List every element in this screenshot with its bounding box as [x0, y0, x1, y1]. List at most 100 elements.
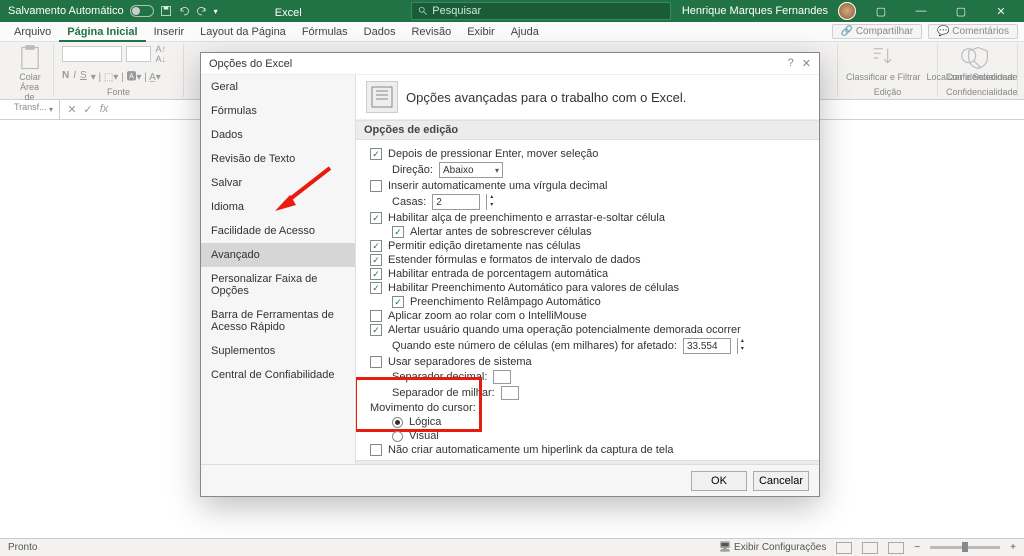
nav-personalizar[interactable]: Personalizar Faixa de Opções [201, 267, 355, 303]
ribbon-display-icon[interactable]: ▢ [866, 0, 896, 22]
options-scroll[interactable]: Depois de pressionar Enter, mover seleçã… [356, 140, 819, 464]
close-icon[interactable]: ✕ [986, 0, 1016, 22]
chk-alca[interactable] [370, 212, 382, 224]
font-family-input[interactable] [62, 46, 122, 62]
lbl-alertar-demorada: Alertar usuário quando uma operação pote… [388, 324, 741, 336]
zoom-in[interactable]: + [1010, 542, 1016, 553]
chk-estender[interactable] [370, 254, 382, 266]
fx-icon[interactable]: fx [98, 103, 110, 116]
view-page-layout-icon[interactable] [862, 542, 878, 554]
redo-icon[interactable] [196, 5, 208, 17]
shield-icon [964, 44, 992, 72]
zoom-out[interactable]: − [914, 542, 920, 553]
dropdown-direcao[interactable]: Abaixo [439, 162, 503, 178]
statusbar: Pronto 🖥 Exibir Configurações − + [0, 538, 1024, 556]
lbl-enter-move: Depois de pressionar Enter, mover seleçã… [388, 148, 598, 160]
nav-barra[interactable]: Barra de Ferramentas de Acesso Rápido [201, 303, 355, 339]
tab-dados[interactable]: Dados [356, 22, 404, 42]
nav-idioma[interactable]: Idioma [201, 195, 355, 219]
search-box[interactable]: Pesquisar [411, 2, 671, 20]
chk-auto-virgula[interactable] [370, 180, 382, 192]
content-header-title: Opções avançadas para o trabalho com o E… [406, 90, 686, 105]
section-recortar: Recortar, copiar e colar [356, 460, 819, 464]
name-box[interactable]: ▾ [0, 100, 60, 119]
minimize-icon[interactable]: — [906, 0, 936, 22]
nav-revisao[interactable]: Revisão de Texto [201, 147, 355, 171]
paste-button[interactable]: Colar [14, 44, 46, 82]
tab-ajuda[interactable]: Ajuda [503, 22, 547, 42]
lbl-edicao-cel: Permitir edição diretamente nas células [388, 240, 581, 252]
chk-zoom-intelli[interactable] [370, 310, 382, 322]
nav-avancado[interactable]: Avançado [201, 243, 355, 267]
tab-inserir[interactable]: Inserir [146, 22, 193, 42]
zoom-slider[interactable] [930, 546, 1000, 549]
autosave-label: Salvamento Automático [8, 5, 124, 17]
options-dialog: Opções do Excel ? ✕ Geral Fórmulas Dados… [200, 52, 820, 497]
save-icon[interactable] [160, 5, 172, 17]
tab-revisao[interactable]: Revisão [403, 22, 459, 42]
cancel-button[interactable]: Cancelar [753, 471, 809, 491]
tab-exibir[interactable]: Exibir [459, 22, 503, 42]
chk-preench-auto[interactable] [370, 282, 382, 294]
tab-arquivo[interactable]: Arquivo [6, 22, 59, 42]
help-icon[interactable]: ? [788, 57, 794, 70]
lbl-movimento: Movimento do cursor: [370, 402, 476, 414]
chk-enter-move[interactable] [370, 148, 382, 160]
dialog-close-icon[interactable]: ✕ [802, 57, 811, 70]
nav-salvar[interactable]: Salvar [201, 171, 355, 195]
nav-geral[interactable]: Geral [201, 75, 355, 99]
workspace: Opções do Excel ? ✕ Geral Fórmulas Dados… [0, 120, 1024, 538]
chk-alertar-demorada[interactable] [370, 324, 382, 336]
rdo-visual[interactable] [392, 431, 403, 442]
lbl-preench-auto: Habilitar Preenchimento Automático para … [388, 282, 679, 294]
maximize-icon[interactable]: ▢ [946, 0, 976, 22]
sort-filter-button[interactable]: Classificar e Filtrar [846, 44, 921, 82]
undo-icon[interactable] [178, 5, 190, 17]
autosave-toggle[interactable] [130, 5, 154, 17]
chk-edicao-cel[interactable] [370, 240, 382, 252]
chk-sobrescrever[interactable] [392, 226, 404, 238]
lbl-nao-hiperlink: Não criar automaticamente um hiperlink d… [388, 444, 674, 456]
spinner-casas[interactable]: 2 [432, 194, 480, 210]
lbl-alca: Habilitar alça de preenchimento e arrast… [388, 212, 665, 224]
dialog-title: Opções do Excel [209, 58, 292, 70]
nav-facilidade[interactable]: Facilidade de Acesso [201, 219, 355, 243]
view-page-break-icon[interactable] [888, 542, 904, 554]
ribbon-tabs: Arquivo Página Inicial Inserir Layout da… [0, 22, 1024, 42]
tab-pagina-inicial[interactable]: Página Inicial [59, 22, 145, 42]
comments-button[interactable]: 💬 Comentários [928, 24, 1018, 39]
chk-separadores[interactable] [370, 356, 382, 368]
nav-formulas[interactable]: Fórmulas [201, 99, 355, 123]
input-sep-milhar[interactable] [501, 386, 519, 400]
lbl-separadores: Usar separadores de sistema [388, 356, 532, 368]
content-header: Opções avançadas para o trabalho com o E… [356, 75, 819, 120]
avatar[interactable] [838, 2, 856, 20]
view-normal-icon[interactable] [836, 542, 852, 554]
section-edicao: Opções de edição [356, 120, 819, 140]
display-settings[interactable]: 🖥 Exibir Configurações [719, 542, 827, 553]
user-name[interactable]: Henrique Marques Fernandes [682, 5, 828, 17]
spinner-quando[interactable]: 33.554 [683, 338, 731, 354]
lbl-logica: Lógica [409, 416, 441, 428]
dialog-nav: Geral Fórmulas Dados Revisão de Texto Sa… [201, 75, 356, 464]
nav-central[interactable]: Central de Confiabilidade [201, 363, 355, 387]
font-size-input[interactable] [126, 46, 152, 62]
enter-fx-icon[interactable]: ✓ [82, 103, 94, 116]
ok-button[interactable]: OK [691, 471, 747, 491]
tab-layout[interactable]: Layout da Página [192, 22, 294, 42]
tab-formulas[interactable]: Fórmulas [294, 22, 356, 42]
share-button[interactable]: 🔗 Compartilhar [832, 24, 922, 39]
paste-label: Colar [19, 72, 41, 82]
clipboard-icon [16, 44, 44, 72]
confidentiality-button[interactable]: Confidencialidade [946, 44, 1009, 82]
cancel-fx-icon[interactable]: ✕ [66, 103, 78, 116]
nav-suplementos[interactable]: Suplementos [201, 339, 355, 363]
qat-dropdown-icon[interactable]: ▾ [214, 7, 218, 16]
input-sep-decimal[interactable] [493, 370, 511, 384]
rdo-logica[interactable] [392, 417, 403, 428]
font-group-label: Fonte [62, 87, 175, 97]
chk-porcentagem[interactable] [370, 268, 382, 280]
chk-nao-hiperlink[interactable] [370, 444, 382, 456]
nav-dados[interactable]: Dados [201, 123, 355, 147]
chk-relampago[interactable] [392, 296, 404, 308]
